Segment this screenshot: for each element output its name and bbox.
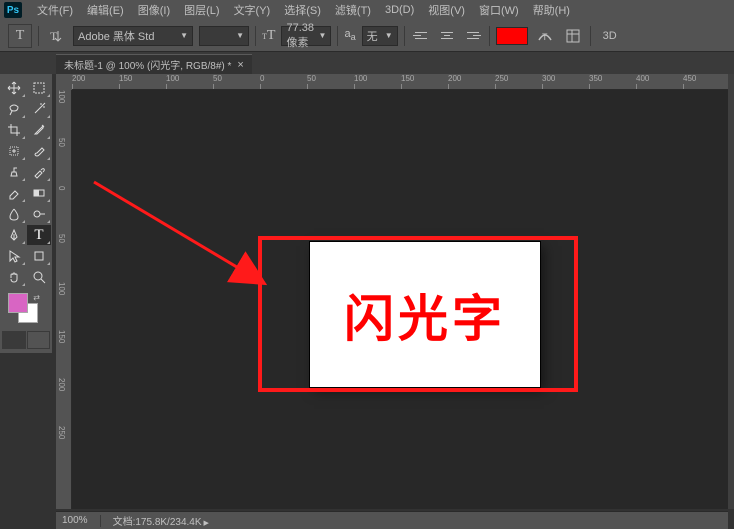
ruler-corner: [56, 74, 72, 90]
blur-tool[interactable]: [2, 204, 26, 224]
align-right-button[interactable]: [463, 26, 483, 46]
quickmask-mode-button[interactable]: [27, 331, 51, 349]
crop-tool[interactable]: [2, 120, 26, 140]
type-tool[interactable]: T: [27, 225, 51, 245]
dodge-tool[interactable]: [27, 204, 51, 224]
chevron-down-icon: ▼: [236, 31, 244, 40]
3d-button[interactable]: 3D: [597, 28, 623, 44]
document-tab-title: 未标题-1 @ 100% (闪光字, RGB/8#) *: [64, 57, 231, 72]
menu-filter[interactable]: 滤镜(T): [328, 0, 378, 21]
magic-wand-tool[interactable]: [27, 99, 51, 119]
hand-tool[interactable]: [2, 267, 26, 287]
standard-mode-button[interactable]: [2, 331, 26, 349]
gradient-tool[interactable]: [27, 183, 51, 203]
clone-stamp-tool[interactable]: [2, 162, 26, 182]
zoom-tool[interactable]: [27, 267, 51, 287]
brush-tool[interactable]: [27, 141, 51, 161]
font-family-dropdown[interactable]: Adobe 黑体 Std ▼: [73, 26, 193, 46]
antialias-dropdown[interactable]: 无 ▼: [362, 26, 398, 46]
horizontal-ruler[interactable]: 20015010050050100150200250300350400450: [72, 74, 728, 90]
text-orientation-icon: T: [48, 28, 64, 44]
document-tab-bar: 未标题-1 @ 100% (闪光字, RGB/8#) * ×: [0, 52, 734, 74]
panel-icon: [565, 28, 581, 44]
menu-3d[interactable]: 3D(D): [378, 1, 421, 19]
vertical-scrollbar[interactable]: [728, 74, 734, 509]
menu-type[interactable]: 文字(Y): [227, 0, 278, 21]
text-orientation-button[interactable]: T: [45, 25, 67, 47]
eraser-tool[interactable]: [2, 183, 26, 203]
canvas-viewport[interactable]: 闪光字: [72, 90, 728, 509]
align-center-button[interactable]: [437, 26, 457, 46]
menu-view[interactable]: 视图(V): [421, 0, 472, 21]
warp-icon: T: [537, 28, 553, 44]
shape-tool[interactable]: [27, 246, 51, 266]
lasso-tool[interactable]: [2, 99, 26, 119]
menu-image[interactable]: 图像(I): [131, 0, 177, 21]
svg-text:T: T: [542, 32, 548, 42]
active-tool-indicator: T: [8, 24, 32, 48]
menu-select[interactable]: 选择(S): [277, 0, 328, 21]
svg-text:T: T: [50, 29, 58, 43]
text-color-swatch[interactable]: [496, 27, 528, 45]
color-wells: ⇄: [2, 293, 50, 329]
pen-tool[interactable]: [2, 225, 26, 245]
align-left-button[interactable]: [411, 26, 431, 46]
healing-brush-tool[interactable]: [2, 141, 26, 161]
zoom-level[interactable]: 100%: [62, 515, 88, 526]
status-bar: 100% 文档:175.8K/234.4K▶: [56, 511, 728, 529]
font-size-value: 77.38 像素: [286, 22, 318, 50]
document-tab[interactable]: 未标题-1 @ 100% (闪光字, RGB/8#) * ×: [56, 54, 252, 74]
antialias-value: 无: [367, 28, 378, 44]
options-bar: T T Adobe 黑体 Std ▼ ▼ TT 77.38 像素 ▼ aa 无 …: [0, 20, 734, 52]
path-selection-tool[interactable]: [2, 246, 26, 266]
character-panel-button[interactable]: [562, 25, 584, 47]
tools-panel: T ⇄: [0, 74, 52, 353]
document-info[interactable]: 文档:175.8K/234.4K▶: [113, 513, 209, 528]
swap-colors-icon[interactable]: ⇄: [33, 293, 40, 302]
font-size-icon: TT: [262, 28, 275, 44]
menu-layer[interactable]: 图层(L): [177, 0, 226, 21]
menu-bar: Ps 文件(F) 编辑(E) 图像(I) 图层(L) 文字(Y) 选择(S) 滤…: [0, 0, 734, 20]
vertical-ruler[interactable]: 10050050100150200250: [56, 90, 72, 509]
font-style-dropdown[interactable]: ▼: [199, 26, 249, 46]
menu-window[interactable]: 窗口(W): [472, 0, 526, 21]
move-tool[interactable]: [2, 78, 26, 98]
marquee-tool[interactable]: [27, 78, 51, 98]
menu-file[interactable]: 文件(F): [30, 0, 80, 21]
font-family-value: Adobe 黑体 Std: [78, 28, 154, 44]
antialias-icon: aa: [344, 28, 355, 42]
annotation-rectangle: [258, 236, 578, 392]
chevron-down-icon: ▼: [319, 31, 327, 40]
chevron-down-icon: ▼: [385, 31, 393, 40]
foreground-color-well[interactable]: [8, 293, 28, 313]
font-size-dropdown[interactable]: 77.38 像素 ▼: [281, 26, 331, 46]
chevron-down-icon: ▼: [180, 31, 188, 40]
app-icon: Ps: [4, 2, 22, 18]
menu-edit[interactable]: 编辑(E): [80, 0, 131, 21]
menu-help[interactable]: 帮助(H): [526, 0, 577, 21]
history-brush-tool[interactable]: [27, 162, 51, 182]
warp-text-button[interactable]: T: [534, 25, 556, 47]
close-icon[interactable]: ×: [237, 59, 243, 71]
eyedropper-tool[interactable]: [27, 120, 51, 140]
